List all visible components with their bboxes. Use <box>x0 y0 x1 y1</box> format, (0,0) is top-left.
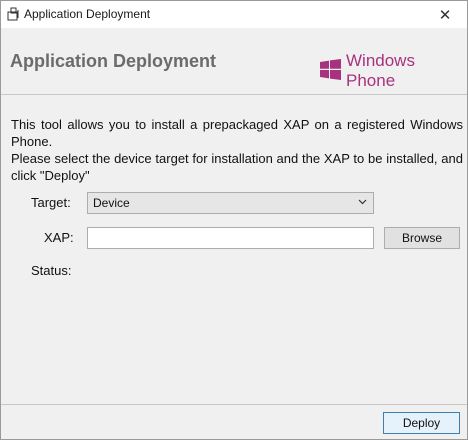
close-button[interactable]: ✕ <box>423 1 467 28</box>
window-title: Application Deployment <box>24 7 151 21</box>
description-line-1: This tool allows you to install a prepac… <box>11 117 463 149</box>
logo-text: Windows Phone <box>346 51 415 90</box>
windows-logo-icon <box>320 59 341 83</box>
footer-divider <box>1 404 467 405</box>
xap-path-input[interactable] <box>87 227 374 249</box>
windows-phone-logo: Windows Phone <box>320 51 467 91</box>
header-banner: Application Deployment Windows Phone <box>1 28 467 94</box>
app-package-icon <box>7 7 21 21</box>
header-title: Application Deployment <box>10 51 217 71</box>
target-label: Target: <box>31 195 71 210</box>
browse-button[interactable]: Browse <box>384 227 460 249</box>
status-label: Status: <box>31 263 72 278</box>
header-divider <box>1 94 467 95</box>
description: This tool allows you to install a prepac… <box>11 116 463 184</box>
target-select[interactable]: Device <box>87 192 374 214</box>
chevron-down-icon <box>358 197 367 209</box>
title-bar: Application Deployment ✕ <box>1 1 467 28</box>
target-selected-value: Device <box>93 196 130 210</box>
app-window: Application Deployment ✕ Application Dep… <box>0 0 468 440</box>
deploy-button[interactable]: Deploy <box>383 412 460 434</box>
xap-label: XAP: <box>44 230 74 245</box>
close-icon: ✕ <box>438 6 452 24</box>
description-line-2: Please select the device target for inst… <box>11 151 463 183</box>
